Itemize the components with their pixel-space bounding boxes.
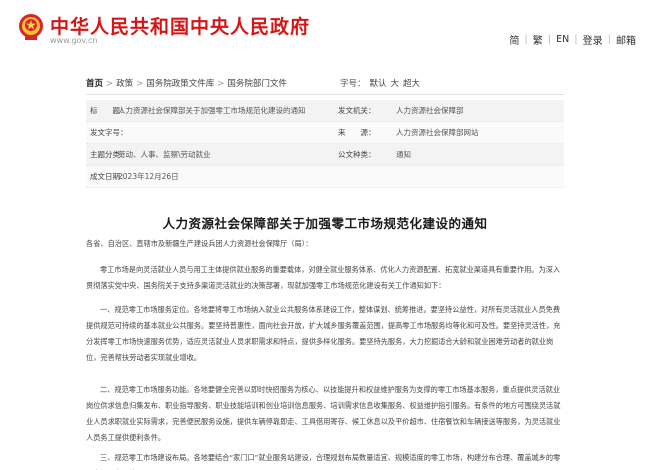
font-size-label: 字号： — [340, 79, 366, 89]
font-size-large[interactable]: 大 — [391, 79, 400, 89]
font-size-xlarge[interactable]: 超大 — [403, 79, 420, 89]
nav-login[interactable]: 登录 — [583, 32, 603, 47]
breadcrumb-arrow-icon: > — [136, 79, 144, 89]
breadcrumb-policy[interactable]: 政策 — [116, 79, 133, 89]
meta-row: 主题分类： 劳动、人事、监察\劳动就业 公文种类： 通知 — [86, 144, 564, 166]
nav-traditional[interactable]: 繁 — [533, 32, 543, 47]
meta-value-category: 劳动、人事、监察\劳动就业 — [118, 150, 211, 159]
nav-simplified[interactable]: 简 — [509, 32, 519, 47]
document-meta-table: 标 题： 人力资源社会保障部关于加强零工市场规范化建设的通知 发文机关： 人力资… — [86, 100, 564, 188]
meta-value-title: 人力资源社会保障部关于加强零工市场规范化建设的通知 — [118, 106, 306, 115]
nav-divider: | — [574, 34, 578, 45]
nav-divider: | — [524, 34, 528, 45]
meta-value-date: 2023年12月26日 — [118, 172, 179, 181]
site-url: www.gov.cn — [50, 36, 98, 45]
article-paragraph: 零工市场是向灵活就业人员与用工主体提供就业服务的重要载体，对健全就业服务体系、优… — [86, 265, 561, 290]
nav-divider: | — [607, 34, 611, 45]
meta-row: 发文字号： 来 源： 人力资源社会保障部网站 — [86, 122, 564, 144]
meta-key: 标 题： — [90, 106, 128, 115]
article-salutation: 各省、自治区、直辖市及新疆生产建设兵团人力资源社会保障厅（局）： — [86, 239, 313, 248]
meta-row: 成文日期： 2023年12月26日 — [86, 166, 564, 188]
site-title[interactable]: 中华人民共和国中央人民政府 — [50, 12, 310, 39]
site-header: 中华人民共和国中央人民政府 www.gov.cn 简 | 繁 | EN | 登录… — [0, 0, 650, 62]
nav-english[interactable]: EN — [556, 34, 569, 45]
article-paragraph: 二、规范零工市场服务功能。各地要健全完善以即时快招服务为核心、以技能提升和权益维… — [86, 385, 561, 442]
breadcrumb-department-docs[interactable]: 国务院部门文件 — [227, 79, 287, 89]
nav-divider: | — [547, 34, 552, 45]
meta-value-doc-type: 通知 — [396, 150, 411, 159]
meta-row: 标 题： 人力资源社会保障部关于加强零工市场规范化建设的通知 发文机关： 人力资… — [86, 100, 564, 122]
breadcrumb-arrow-icon: > — [217, 79, 225, 89]
meta-key: 成文日期： — [90, 172, 128, 181]
meta-key: 主题分类： — [90, 150, 128, 159]
article-paragraph: 一、规范零工市场服务定位。各地要将零工市场纳入就业公共服务体系建设工作，整体谋划… — [86, 305, 561, 362]
article-title: 人力资源社会保障部关于加强零工市场规范化建设的通知 — [162, 216, 488, 231]
national-emblem-icon[interactable] — [18, 12, 44, 42]
breadcrumb-arrow-icon: > — [106, 79, 114, 89]
font-size-default[interactable]: 默认 — [370, 79, 387, 89]
meta-value-source: 人力资源社会保障部网站 — [396, 128, 479, 137]
meta-key: 发文字号： — [90, 128, 128, 137]
article-paragraph: 三、规范零工市场建设布局。各地要结合“家门口”就业服务站建设，合理规划布局数量适… — [86, 453, 561, 470]
meta-key: 发文机关： — [338, 106, 376, 115]
meta-key: 来 源： — [338, 128, 376, 137]
divider — [86, 94, 564, 95]
meta-value-issuer: 人力资源社会保障部 — [396, 106, 464, 115]
font-size-control: 字号： 默认大超大 — [340, 77, 420, 89]
breadcrumb: 首页 > 政策 > 国务院政策文件库 > 国务院部门文件 — [86, 77, 564, 89]
breadcrumb-home[interactable]: 首页 — [86, 79, 103, 89]
meta-key: 公文种类： — [338, 150, 376, 159]
nav-mail[interactable]: 邮箱 — [616, 32, 636, 47]
breadcrumb-policy-library[interactable]: 国务院政策文件库 — [146, 79, 214, 89]
top-nav: 简 | 繁 | EN | 登录 | 邮箱 — [509, 32, 636, 47]
